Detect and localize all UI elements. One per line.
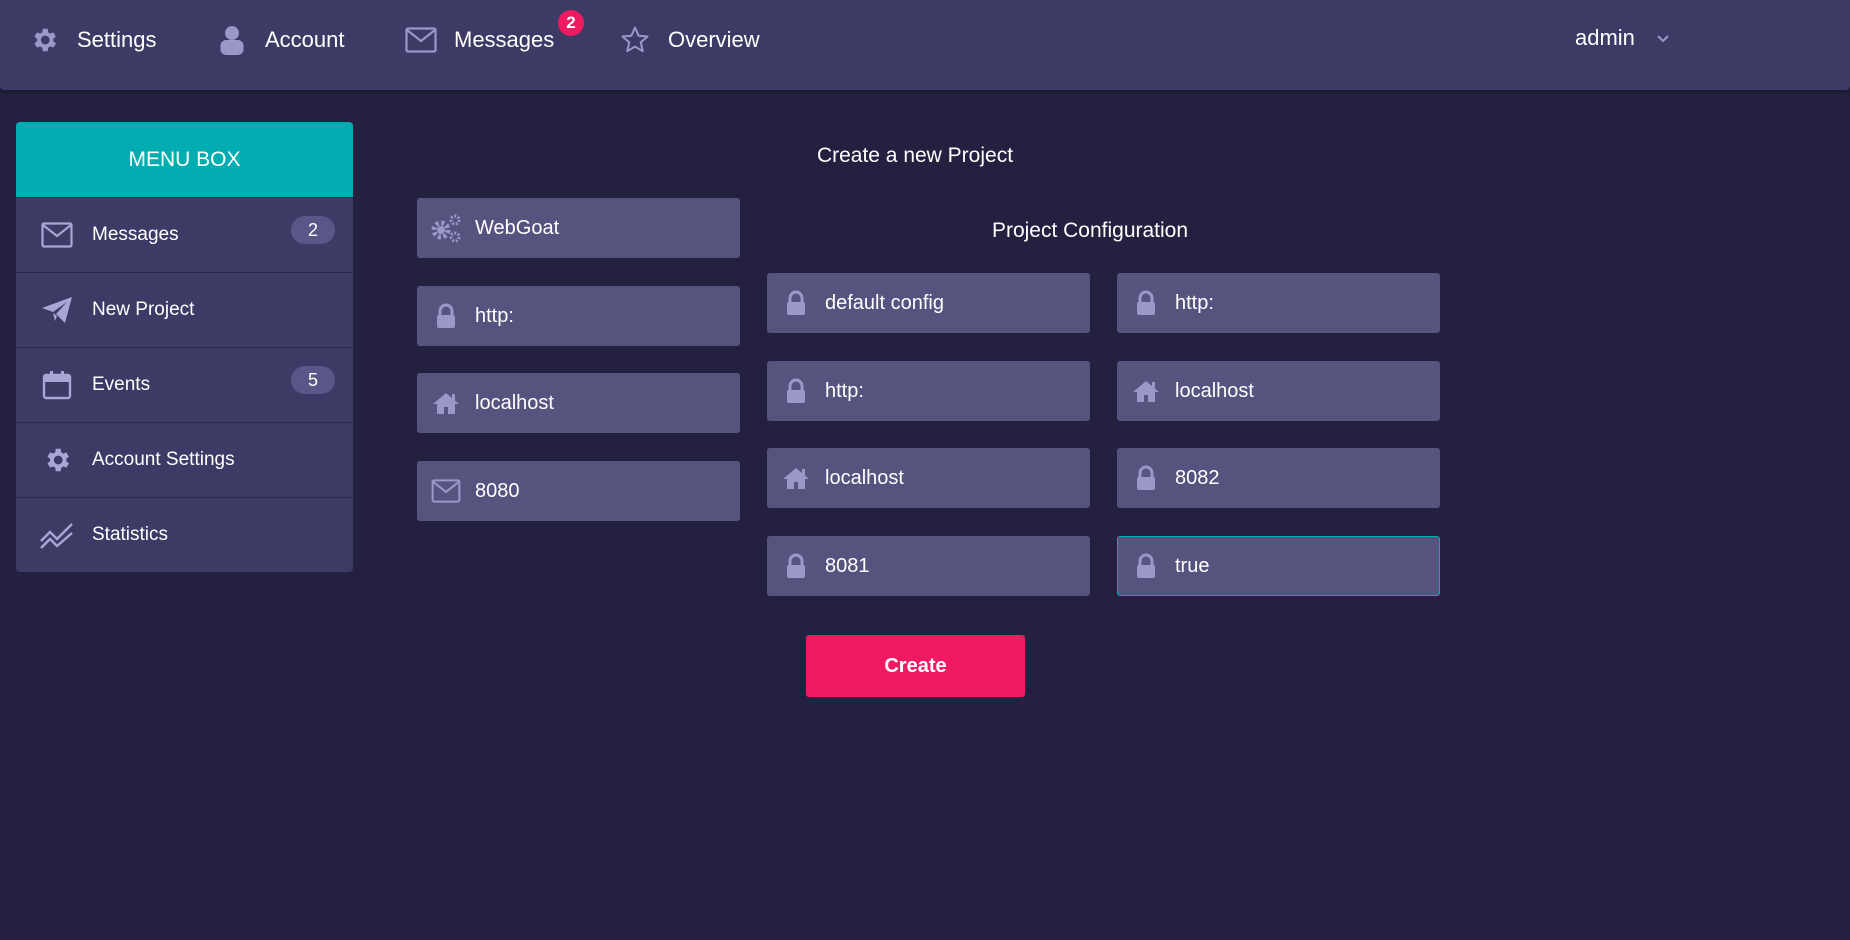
lock-icon [430, 300, 462, 332]
envelope-icon [430, 475, 462, 507]
star-icon [618, 23, 652, 57]
chevron-down-icon [1655, 30, 1671, 46]
config-flag-field[interactable] [1117, 536, 1440, 596]
config-flag-input[interactable] [1173, 553, 1427, 579]
nav-settings[interactable]: Settings [27, 0, 157, 80]
config-port-1-input[interactable] [823, 553, 1077, 579]
calendar-icon [38, 366, 76, 404]
envelope-icon [38, 216, 76, 254]
config-port-1-field[interactable] [767, 536, 1090, 596]
lock-icon [780, 550, 812, 582]
lock-icon [1130, 287, 1162, 319]
menu-item-messages[interactable]: Messages 2 [16, 197, 353, 272]
config-protocol-2-field[interactable] [1117, 273, 1440, 333]
nav-account[interactable]: Account [215, 0, 345, 80]
config-host-2-input[interactable] [1173, 378, 1427, 404]
port-input[interactable] [473, 478, 727, 504]
nav-account-label: Account [265, 27, 345, 52]
project-name-input[interactable] [473, 215, 727, 241]
paper-plane-icon [38, 291, 76, 329]
menu-item-label: Statistics [92, 524, 169, 545]
menu-item-label: New Project [92, 299, 195, 320]
gear-icon [38, 441, 76, 479]
nav-messages-label: Messages [454, 27, 555, 52]
protocol-input[interactable] [473, 303, 727, 329]
lock-icon [780, 375, 812, 407]
menu-box: MENU BOX Messages 2 New Project Events 5… [16, 122, 353, 572]
line-chart-icon [38, 516, 76, 554]
config-name-input[interactable] [823, 290, 1077, 316]
home-icon [430, 387, 462, 419]
nav-overview-label: Overview [668, 27, 760, 52]
home-icon [780, 462, 812, 494]
messages-badge: 2 [558, 10, 584, 36]
config-host-1-input[interactable] [823, 465, 1077, 491]
menu-item-new-project[interactable]: New Project [16, 272, 353, 347]
config-port-2-input[interactable] [1173, 465, 1427, 491]
user-menu[interactable]: admin [1575, 18, 1671, 58]
menu-box-title: MENU BOX [16, 122, 353, 197]
nav-messages[interactable]: Messages [404, 0, 554, 80]
project-name-field[interactable] [417, 198, 740, 258]
config-section-title: Project Configuration [991, 219, 1189, 242]
config-host-1-field[interactable] [767, 448, 1090, 508]
home-icon [1130, 375, 1162, 407]
lock-icon [1130, 550, 1162, 582]
menu-item-account-settings[interactable]: Account Settings [16, 422, 353, 497]
events-count-badge: 5 [291, 366, 335, 394]
protocol-field[interactable] [417, 286, 740, 346]
lock-icon [780, 287, 812, 319]
config-protocol-2-input[interactable] [1173, 290, 1427, 316]
port-field[interactable] [417, 461, 740, 521]
gears-icon [430, 212, 462, 244]
nav-settings-label: Settings [77, 27, 157, 52]
create-button[interactable]: Create [806, 635, 1025, 697]
host-input[interactable] [473, 390, 727, 416]
menu-item-label: Events [92, 374, 151, 395]
config-protocol-1-input[interactable] [823, 378, 1077, 404]
nav-overview[interactable]: Overview [618, 0, 760, 80]
lock-icon [1130, 462, 1162, 494]
menu-item-statistics[interactable]: Statistics [16, 497, 353, 572]
user-name: admin [1575, 25, 1635, 50]
user-icon [215, 23, 249, 57]
gear-icon [27, 23, 61, 57]
top-navbar: Settings Account Messages 2 Overview adm… [0, 0, 1850, 90]
config-protocol-1-field[interactable] [767, 361, 1090, 421]
messages-count-badge: 2 [291, 216, 335, 244]
envelope-icon [404, 23, 438, 57]
config-host-2-field[interactable] [1117, 361, 1440, 421]
page-title: Create a new Project [816, 144, 1014, 167]
menu-item-label: Messages [92, 224, 179, 245]
host-field[interactable] [417, 373, 740, 433]
menu-item-events[interactable]: Events 5 [16, 347, 353, 422]
config-port-2-field[interactable] [1117, 448, 1440, 508]
config-name-field[interactable] [767, 273, 1090, 333]
menu-item-label: Account Settings [92, 449, 235, 470]
